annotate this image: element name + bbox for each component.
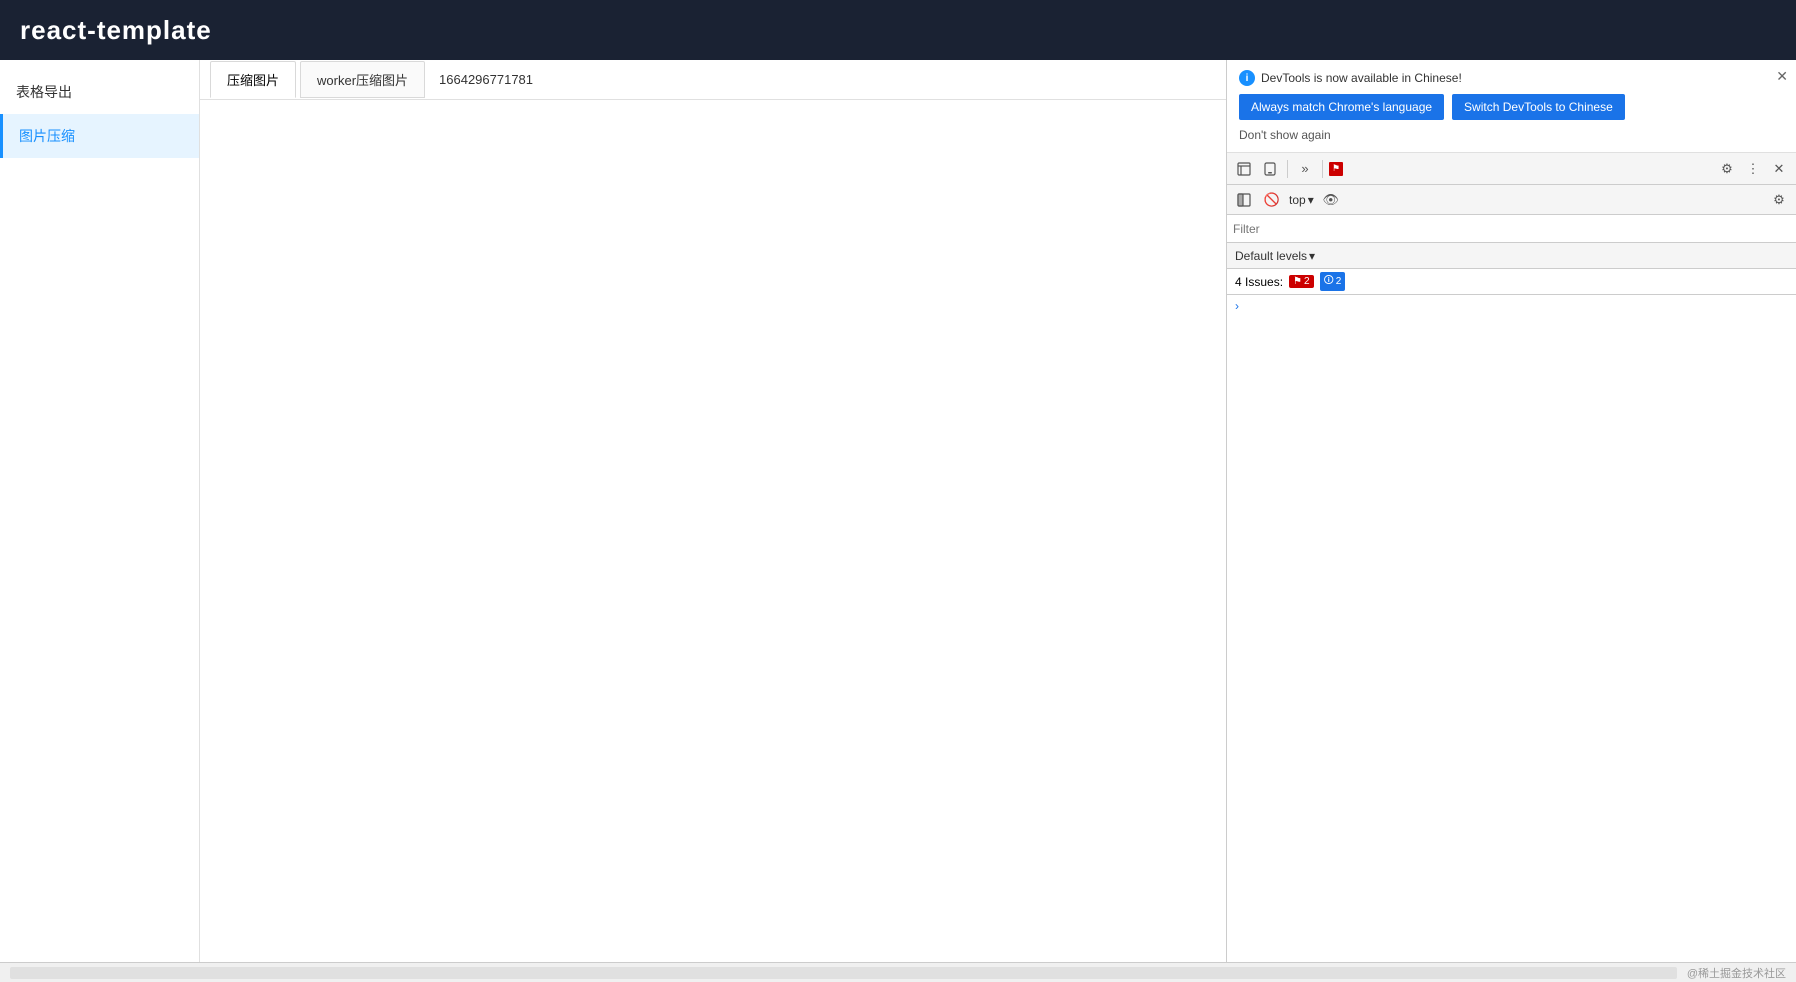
top-label: top (1289, 193, 1306, 207)
default-levels-button[interactable]: Default levels ▾ (1235, 249, 1315, 263)
notif-message: DevTools is now available in Chinese! (1261, 71, 1462, 85)
devtools-toolbar: » ⚑ ⚙ ⋮ ✕ (1227, 153, 1796, 185)
inspect-element-button[interactable] (1233, 158, 1255, 180)
info-icon: i (1239, 70, 1255, 86)
tab-compress[interactable]: 压缩图片 (210, 61, 296, 98)
page-content (200, 100, 1226, 962)
devtools-levels-bar: Default levels ▾ (1227, 243, 1796, 269)
error-badge: ⚑ 2 (1289, 275, 1314, 288)
sidebar: 表格导出 图片压缩 (0, 60, 200, 962)
tabs-bar: 压缩图片 worker压缩图片 1664296771781 (200, 60, 1226, 100)
sidebar-panel-button[interactable] (1233, 189, 1255, 211)
devtools-panel: ✕ i DevTools is now available in Chinese… (1226, 60, 1796, 962)
error-count: 2 (1304, 276, 1310, 287)
error-badge-icon: ⚑ (1293, 276, 1302, 287)
app-header: react-template (0, 0, 1796, 60)
device-toolbar-button[interactable] (1259, 158, 1281, 180)
settings-button[interactable]: ⚙ (1716, 158, 1738, 180)
dont-show-again-link[interactable]: Don't show again (1239, 128, 1331, 142)
notif-buttons: Always match Chrome's language Switch De… (1239, 94, 1784, 120)
console-settings-button[interactable]: ⚙ (1768, 189, 1790, 211)
devtools-toolbar2: 🚫 top ▾ 👁 ⚙ (1227, 185, 1796, 215)
sidebar-item-table-export[interactable]: 表格导出 (0, 70, 199, 114)
console-chevron[interactable]: › (1235, 299, 1239, 313)
warn-badge: 🛈 2 (1320, 272, 1346, 291)
toolbar-separator-2 (1322, 160, 1323, 178)
main-area: 表格导出 图片压缩 压缩图片 worker压缩图片 1664296771781 … (0, 60, 1796, 962)
warn-count: 2 (1336, 276, 1342, 287)
footer-credit: @稀土掘金技术社区 (1687, 965, 1786, 981)
eye-button[interactable]: 👁 (1320, 189, 1342, 211)
toolbar-separator-1 (1287, 160, 1288, 178)
issues-label: 4 Issues: (1235, 275, 1283, 289)
warn-badge-icon: 🛈 (1324, 273, 1334, 290)
devtools-issues-bar: 4 Issues: ⚑ 2 🛈 2 (1227, 269, 1796, 295)
tab-worker-compress[interactable]: worker压缩图片 (300, 61, 425, 98)
more-options-button[interactable]: ⋮ (1742, 158, 1764, 180)
no-symbol-button[interactable]: 🚫 (1261, 189, 1283, 211)
switch-to-chinese-button[interactable]: Switch DevTools to Chinese (1452, 94, 1625, 120)
content-pane: 压缩图片 worker压缩图片 1664296771781 (200, 60, 1226, 962)
filter-input[interactable] (1233, 222, 1790, 236)
notification-close-button[interactable]: ✕ (1776, 68, 1788, 85)
app-title: react-template (20, 15, 212, 46)
sidebar-item-image-compress[interactable]: 图片压缩 (0, 114, 199, 158)
top-context-selector[interactable]: top ▾ (1289, 193, 1314, 207)
error-indicator-icon: ⚑ (1329, 162, 1343, 176)
notif-title-row: i DevTools is now available in Chinese! (1239, 70, 1784, 86)
devtools-filter-bar (1227, 215, 1796, 243)
devtools-console: › (1227, 295, 1796, 962)
always-match-language-button[interactable]: Always match Chrome's language (1239, 94, 1444, 120)
devtools-notification: ✕ i DevTools is now available in Chinese… (1227, 60, 1796, 153)
close-devtools-button[interactable]: ✕ (1768, 158, 1790, 180)
tab-timestamp: 1664296771781 (439, 72, 533, 87)
more-tabs-button[interactable]: » (1294, 158, 1316, 180)
app-footer: @稀土掘金技术社区 (0, 962, 1796, 982)
top-dropdown-arrow: ▾ (1308, 193, 1314, 207)
footer-scrollbar[interactable] (10, 967, 1677, 979)
